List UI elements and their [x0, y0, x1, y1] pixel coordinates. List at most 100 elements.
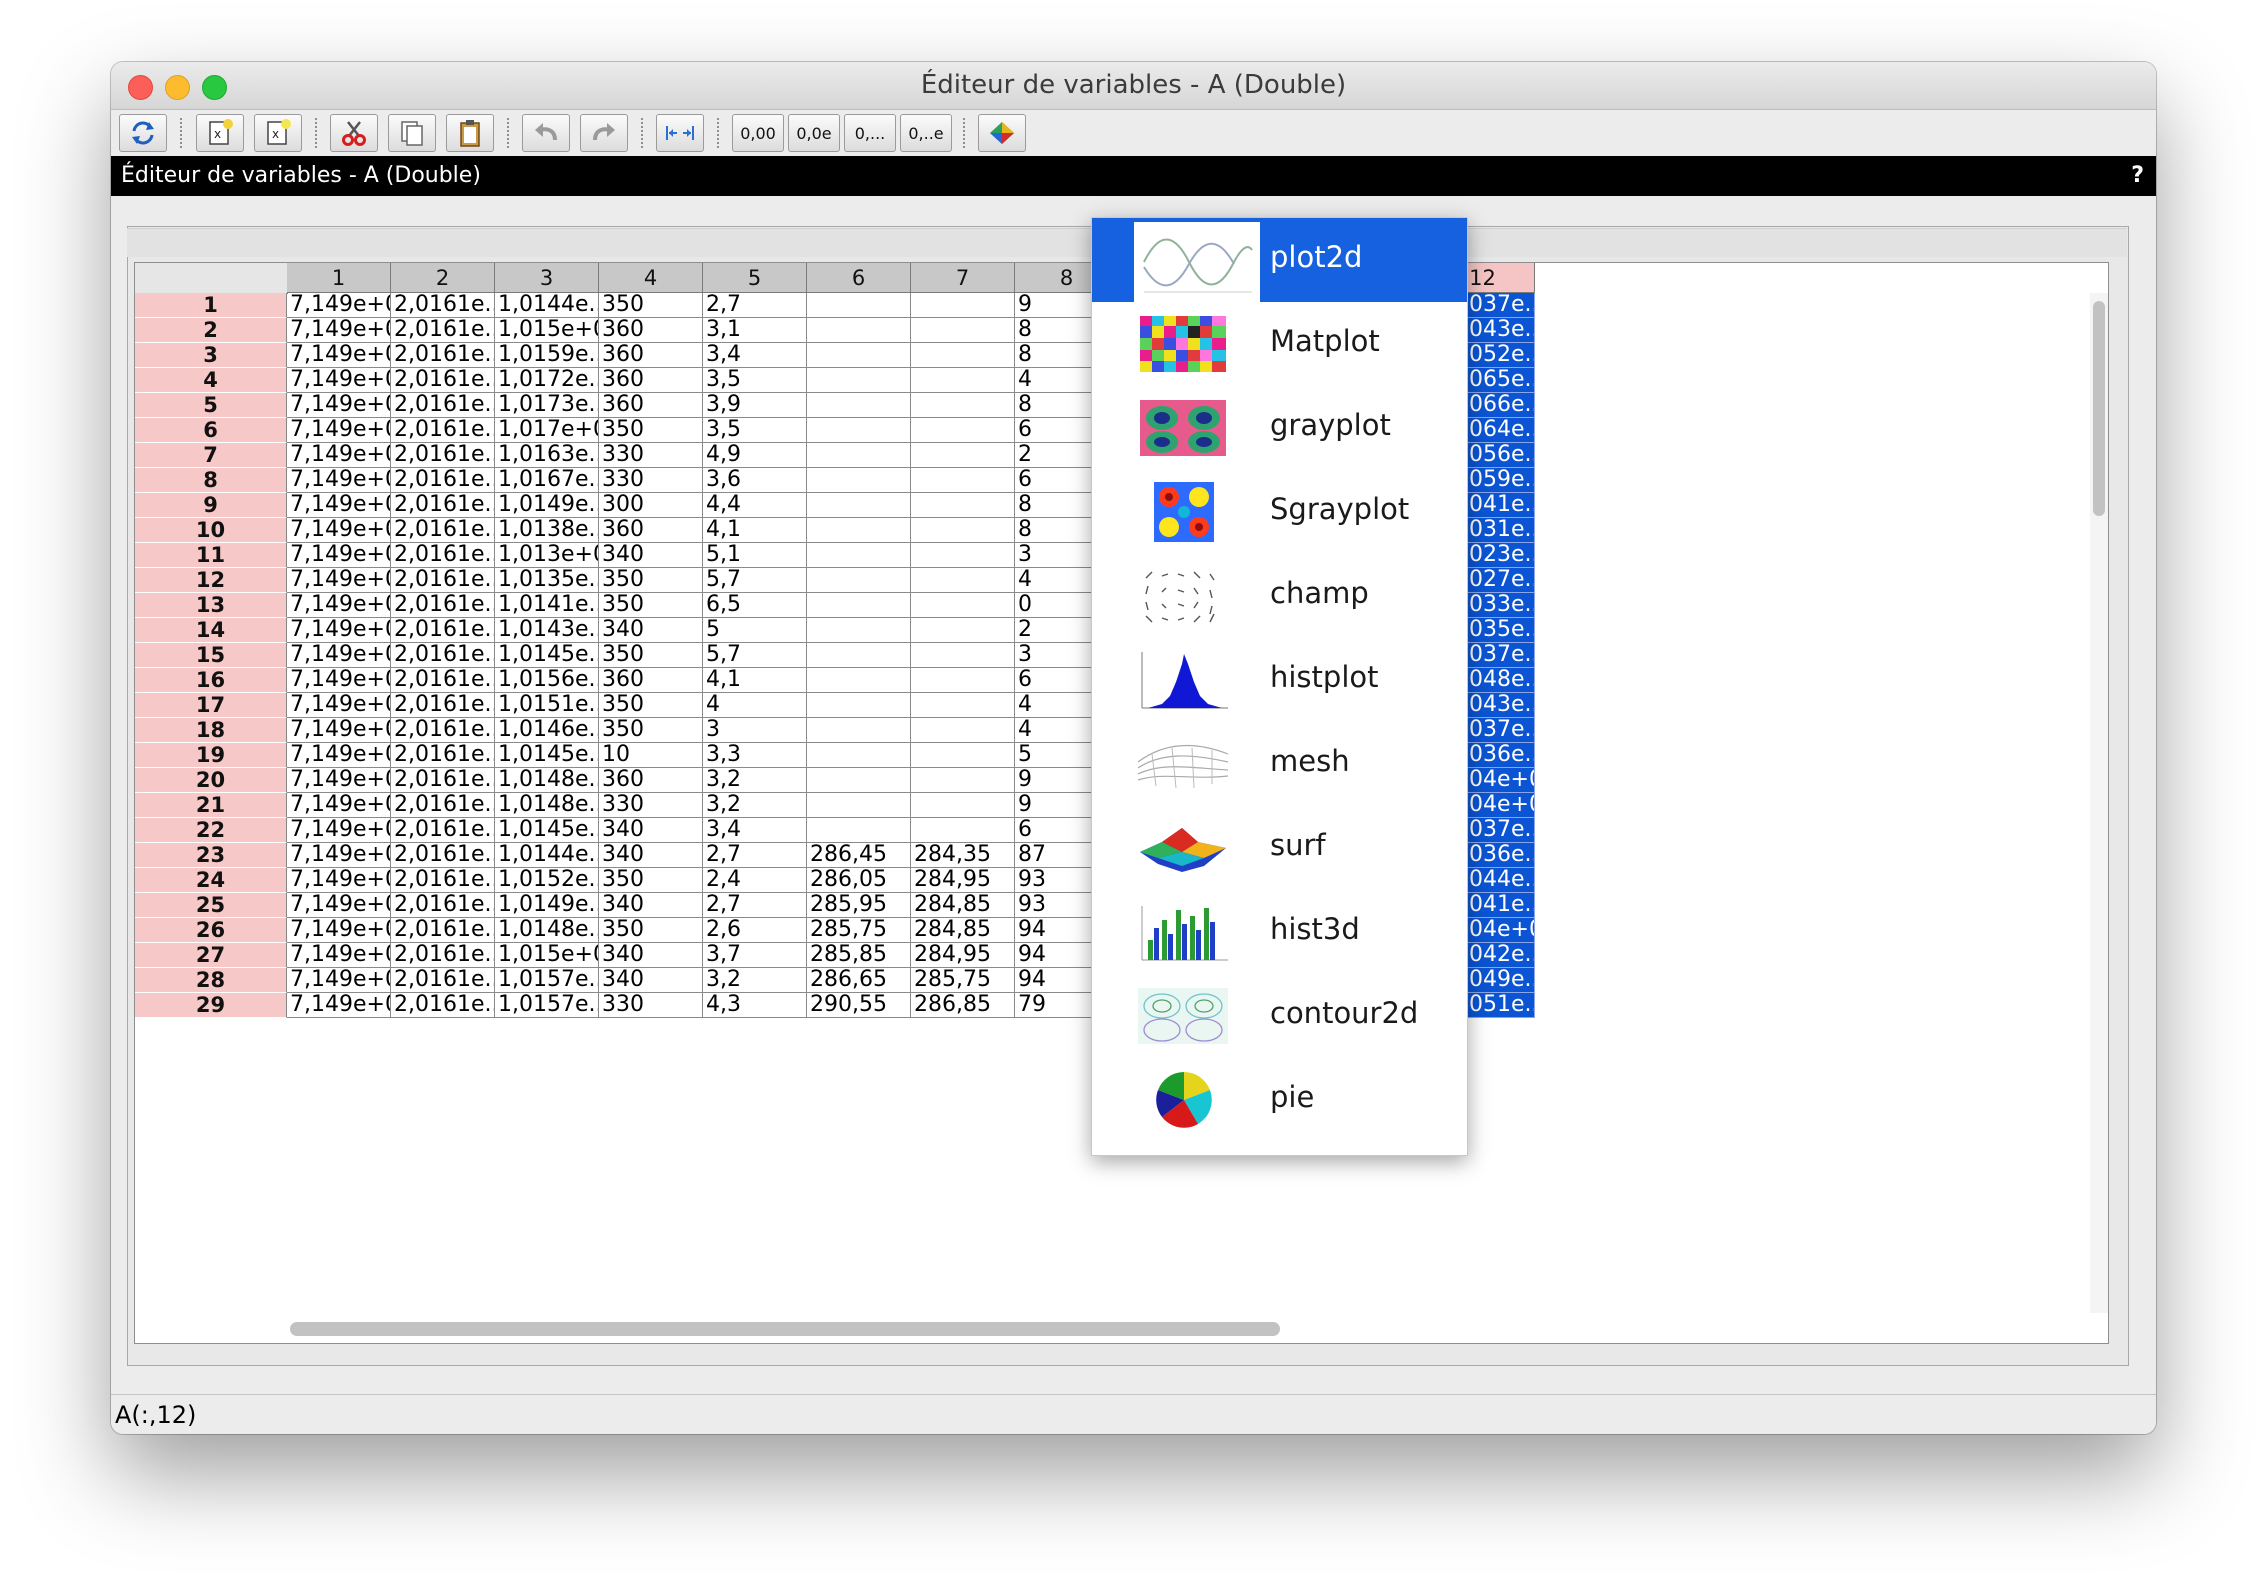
- table-cell[interactable]: 7,149e+03: [287, 318, 391, 343]
- table-cell[interactable]: 3,5: [703, 418, 807, 443]
- table-cell[interactable]: 2,0161e...: [391, 743, 495, 768]
- table-cell[interactable]: 1,0138e...: [495, 518, 599, 543]
- table-cell[interactable]: 2,0161e...: [391, 368, 495, 393]
- row-header[interactable]: 18: [135, 718, 287, 743]
- table-cell[interactable]: 1,0145e...: [495, 643, 599, 668]
- table-cell[interactable]: 286,05: [807, 868, 911, 893]
- table-cell[interactable]: [911, 793, 1015, 818]
- table-cell[interactable]: 2,0161e...: [391, 768, 495, 793]
- table-cell[interactable]: 2,0161e...: [391, 693, 495, 718]
- table-cell[interactable]: 7,149e+03: [287, 568, 391, 593]
- table-cell[interactable]: 360: [599, 518, 703, 543]
- row-header[interactable]: 11: [135, 543, 287, 568]
- table-cell[interactable]: 7,149e+03: [287, 943, 391, 968]
- table-cell[interactable]: [807, 493, 911, 518]
- table-cell[interactable]: 2,7: [703, 893, 807, 918]
- column-header-7[interactable]: 7: [911, 263, 1015, 293]
- table-cell[interactable]: 300: [599, 493, 703, 518]
- table-cell[interactable]: 286,65: [807, 968, 911, 993]
- format-fixed-button[interactable]: 0,00: [732, 114, 784, 152]
- table-cell[interactable]: 2,0161e...: [391, 718, 495, 743]
- table-cell[interactable]: 7,149e+03: [287, 968, 391, 993]
- table-cell[interactable]: [807, 343, 911, 368]
- table-cell[interactable]: 10: [599, 743, 703, 768]
- table-cell[interactable]: 1,0172e...: [495, 368, 599, 393]
- table-cell[interactable]: [807, 368, 911, 393]
- table-cell[interactable]: 1,015e+05: [495, 318, 599, 343]
- menu-item-matplot[interactable]: Matplot: [1092, 302, 1467, 386]
- column-header-6[interactable]: 6: [807, 263, 911, 293]
- menu-item-surf[interactable]: surf: [1092, 806, 1467, 890]
- row-header[interactable]: 14: [135, 618, 287, 643]
- table-cell[interactable]: 7,149e+03: [287, 343, 391, 368]
- table-cell[interactable]: 284,85: [911, 918, 1015, 943]
- menu-item-pie[interactable]: pie: [1092, 1058, 1467, 1142]
- table-cell[interactable]: 2,7: [703, 293, 807, 318]
- table-cell[interactable]: 7,149e+03: [287, 493, 391, 518]
- table-cell[interactable]: 7,149e+03: [287, 893, 391, 918]
- table-cell[interactable]: 360: [599, 343, 703, 368]
- table-cell[interactable]: 2,0161e...: [391, 868, 495, 893]
- table-cell[interactable]: 340: [599, 843, 703, 868]
- table-cell[interactable]: 350: [599, 718, 703, 743]
- table-cell[interactable]: 1,0159e...: [495, 343, 599, 368]
- refresh-button[interactable]: [119, 114, 167, 152]
- table-cell[interactable]: 4,9: [703, 443, 807, 468]
- menu-item-histplot[interactable]: histplot: [1092, 638, 1467, 722]
- fit-columns-button[interactable]: [656, 114, 704, 152]
- table-cell[interactable]: 1,0149e...: [495, 893, 599, 918]
- help-button[interactable]: ?: [2131, 156, 2144, 196]
- row-header[interactable]: 23: [135, 843, 287, 868]
- table-cell[interactable]: 4,4: [703, 493, 807, 518]
- table-cell[interactable]: 360: [599, 393, 703, 418]
- table-cell[interactable]: [807, 543, 911, 568]
- edit-variable-button[interactable]: x: [254, 114, 302, 152]
- table-cell[interactable]: 350: [599, 918, 703, 943]
- column-header-2[interactable]: 2: [391, 263, 495, 293]
- row-header[interactable]: 22: [135, 818, 287, 843]
- table-cell[interactable]: 330: [599, 468, 703, 493]
- paste-button[interactable]: [446, 114, 494, 152]
- table-cell[interactable]: 7,149e+03: [287, 593, 391, 618]
- table-cell[interactable]: [911, 368, 1015, 393]
- table-cell[interactable]: 7,149e+03: [287, 818, 391, 843]
- table-cell[interactable]: 7,149e+03: [287, 668, 391, 693]
- table-cell[interactable]: 340: [599, 893, 703, 918]
- table-cell[interactable]: 4,3: [703, 993, 807, 1018]
- plot-menu-button[interactable]: [978, 114, 1026, 152]
- table-cell[interactable]: [807, 768, 911, 793]
- table-cell[interactable]: 7,149e+03: [287, 918, 391, 943]
- table-cell[interactable]: 4: [703, 693, 807, 718]
- table-cell[interactable]: 7,149e+03: [287, 368, 391, 393]
- undo-button[interactable]: [522, 114, 570, 152]
- table-cell[interactable]: 2,0161e...: [391, 393, 495, 418]
- row-header[interactable]: 6: [135, 418, 287, 443]
- table-cell[interactable]: [807, 318, 911, 343]
- table-cell[interactable]: 1,015e+05: [495, 943, 599, 968]
- table-cell[interactable]: 1,0151e...: [495, 693, 599, 718]
- row-header[interactable]: 17: [135, 693, 287, 718]
- table-cell[interactable]: 7,149e+03: [287, 518, 391, 543]
- table-cell[interactable]: 2,0161e...: [391, 643, 495, 668]
- table-cell[interactable]: [807, 818, 911, 843]
- table-cell[interactable]: 1,0156e...: [495, 668, 599, 693]
- table-cell[interactable]: [911, 518, 1015, 543]
- format-short-button[interactable]: 0,...: [844, 114, 896, 152]
- row-header[interactable]: 24: [135, 868, 287, 893]
- table-cell[interactable]: 7,149e+03: [287, 793, 391, 818]
- table-cell[interactable]: 1,0157e...: [495, 993, 599, 1018]
- table-cell[interactable]: 1,0167e...: [495, 468, 599, 493]
- table-cell[interactable]: 3,1: [703, 318, 807, 343]
- column-header-3[interactable]: 3: [495, 263, 599, 293]
- table-cell[interactable]: 290,55: [807, 993, 911, 1018]
- table-cell[interactable]: 1,0145e...: [495, 818, 599, 843]
- table-cell[interactable]: 2,0161e...: [391, 293, 495, 318]
- table-cell[interactable]: 3: [703, 718, 807, 743]
- table-cell[interactable]: 2,0161e...: [391, 968, 495, 993]
- table-cell[interactable]: [911, 318, 1015, 343]
- table-cell[interactable]: [807, 718, 911, 743]
- table-cell[interactable]: 1,0145e...: [495, 743, 599, 768]
- table-cell[interactable]: 5,7: [703, 643, 807, 668]
- table-cell[interactable]: 1,013e+05: [495, 543, 599, 568]
- table-cell[interactable]: [807, 618, 911, 643]
